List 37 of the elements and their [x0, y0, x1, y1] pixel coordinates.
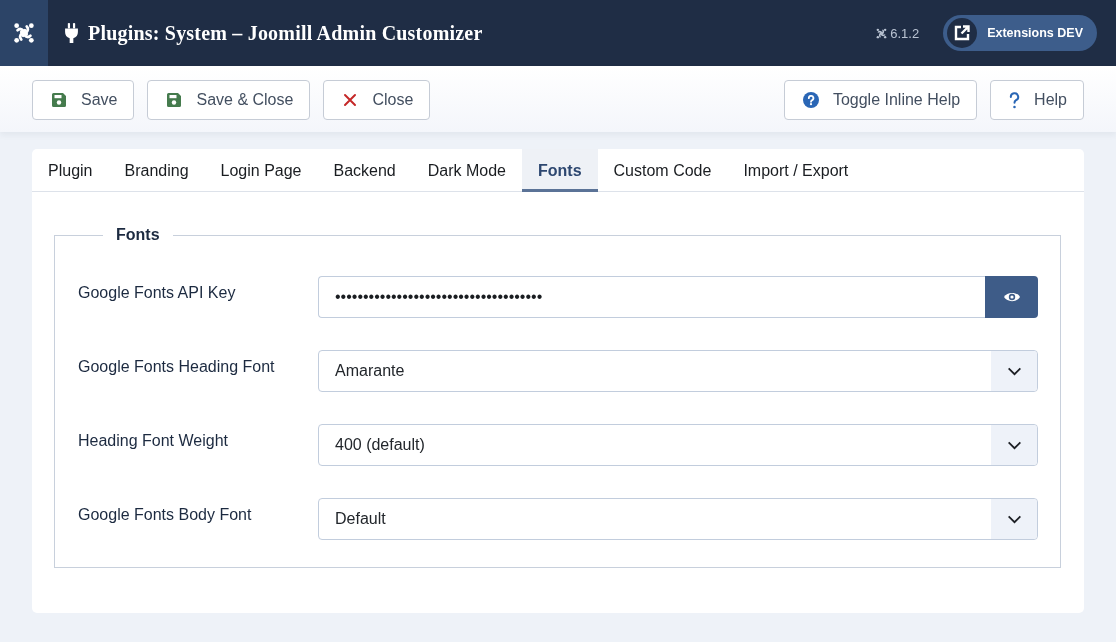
plug-icon: [64, 22, 79, 44]
field-label: Google Fonts API Key: [78, 283, 237, 302]
password-field[interactable]: •••••••••••••••••••••••••••••••••••••: [318, 276, 985, 318]
close-icon: [342, 92, 359, 108]
tab[interactable]: Dark Mode: [411, 149, 522, 192]
version-text: 6.1.2: [890, 25, 920, 41]
tab[interactable]: Plugin: [32, 149, 109, 192]
logo-icon: [876, 27, 888, 39]
show-password-button[interactable]: [985, 276, 1038, 318]
help-icon: [1009, 91, 1021, 109]
toolbar-button[interactable]: Save: [32, 80, 135, 120]
toolbar-button[interactable]: Close: [323, 80, 431, 120]
help-icon: [802, 92, 819, 108]
site-link-button[interactable]: Extensions DEV: [943, 15, 1097, 51]
field-label: Google Fonts Heading Font: [78, 357, 276, 376]
select-field[interactable]: Amarante: [318, 350, 1038, 392]
tab[interactable]: Custom Code: [597, 149, 728, 192]
toolbar-button[interactable]: Save & Close: [147, 80, 311, 120]
tab[interactable]: Fonts: [522, 149, 598, 192]
field-label: Google Fonts Body Font: [78, 505, 253, 524]
page-title: Plugins: System – Joomill Admin Customizer: [88, 21, 483, 45]
select-field[interactable]: Default: [318, 498, 1038, 540]
field-label: Heading Font Weight: [78, 431, 229, 450]
fieldset-legend: Fonts: [103, 223, 173, 247]
chevron-down-icon: [1006, 440, 1022, 450]
tab[interactable]: Backend: [317, 149, 412, 192]
tab[interactable]: Import / Export: [727, 149, 865, 192]
logo-icon[interactable]: [13, 22, 35, 44]
external-link-icon: [947, 18, 978, 48]
eye-icon: [1002, 291, 1021, 303]
tab[interactable]: Login Page: [204, 149, 318, 192]
chevron-down-icon: [1006, 366, 1022, 376]
select-field[interactable]: 400 (default): [318, 424, 1038, 466]
toolbar-button[interactable]: Toggle Inline Help: [783, 80, 978, 120]
tab[interactable]: Branding: [108, 149, 205, 192]
chevron-down-icon: [1006, 514, 1022, 524]
toolbar-button[interactable]: Help: [990, 80, 1084, 120]
